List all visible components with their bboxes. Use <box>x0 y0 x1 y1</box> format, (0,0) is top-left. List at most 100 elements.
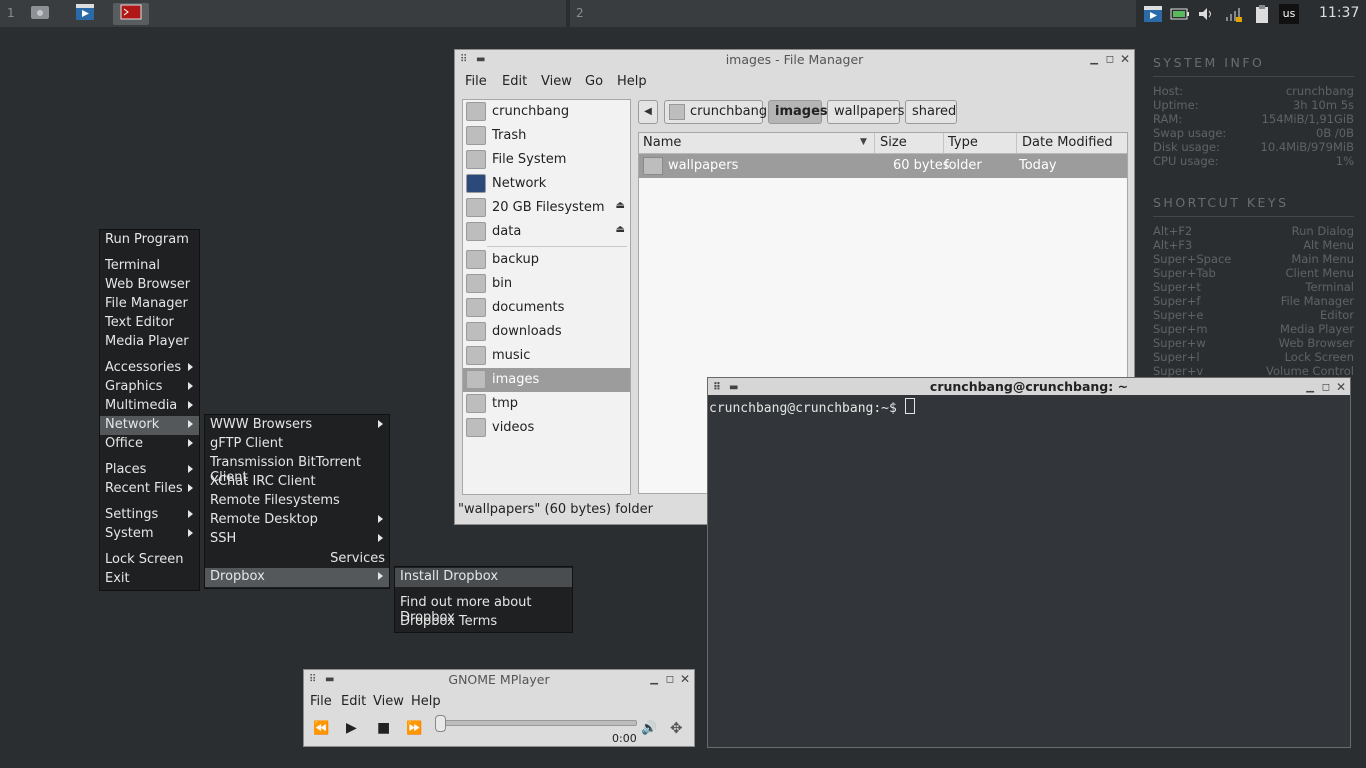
menu-view[interactable]: View <box>373 694 404 709</box>
menu-item-ssh[interactable]: SSH <box>205 530 389 549</box>
menu-file[interactable]: File <box>465 74 487 89</box>
mplayer-titlebar[interactable]: ⠿ ▬ GNOME MPlayer ▁ ◻ ✕ <box>304 670 694 689</box>
window-menu-icon[interactable]: ⠿ <box>460 50 467 69</box>
taskbar-terminal[interactable] <box>113 3 149 25</box>
menu-edit[interactable]: Edit <box>341 694 366 709</box>
menu-item-run-program[interactable]: Run Program <box>100 231 199 250</box>
shade-icon[interactable]: ▬ <box>325 670 334 689</box>
workspace-2[interactable] <box>570 0 1136 27</box>
seek-handle[interactable] <box>435 715 446 732</box>
menu-item-file-manager[interactable]: File Manager <box>100 295 199 314</box>
clipboard-icon[interactable] <box>1252 4 1272 24</box>
eject-icon[interactable]: ⏏ <box>616 200 625 211</box>
menu-item-network[interactable]: Network <box>100 416 199 435</box>
menu-item-multimedia[interactable]: Multimedia <box>100 397 199 416</box>
taskbar-mplayer[interactable] <box>67 3 103 25</box>
menu-help[interactable]: Help <box>411 694 441 709</box>
shade-icon[interactable]: ▬ <box>729 378 738 397</box>
sidebar-item-data[interactable]: data ⏏ <box>463 220 630 244</box>
menu-go[interactable]: Go <box>585 74 603 89</box>
sidebar-item-network[interactable]: Network <box>463 172 630 196</box>
menu-item-xchat[interactable]: XChat IRC Client <box>205 473 389 492</box>
sidebar-item-backup[interactable]: backup <box>463 248 630 272</box>
menu-item-exit[interactable]: Exit <box>100 570 199 589</box>
taskbar-file-manager[interactable] <box>22 3 58 25</box>
keyboard-layout-indicator[interactable]: us <box>1279 4 1299 24</box>
window-menu-icon[interactable]: ⠿ <box>309 670 316 689</box>
menu-item-transmission[interactable]: Transmission BitTorrent Client <box>205 454 389 485</box>
window-menu-icon[interactable]: ⠿ <box>713 378 721 397</box>
menu-item-lock-screen[interactable]: Lock Screen <box>100 551 199 570</box>
menu-item-accessories[interactable]: Accessories <box>100 359 199 378</box>
media-player-tray-icon[interactable] <box>1143 4 1163 24</box>
menu-item-gftp[interactable]: gFTP Client <box>205 435 389 454</box>
sidebar-item-trash[interactable]: Trash <box>463 124 630 148</box>
eject-icon[interactable]: ⏏ <box>616 224 625 235</box>
crumb-wallpapers[interactable]: wallpapers <box>827 100 904 124</box>
volume-icon[interactable] <box>1196 4 1216 24</box>
sidebar-item-music[interactable]: music <box>463 344 630 368</box>
battery-icon[interactable] <box>1170 4 1190 24</box>
menu-help[interactable]: Help <box>617 74 647 89</box>
close-icon[interactable]: ✕ <box>680 670 690 689</box>
fast-forward-icon[interactable]: ⏩ <box>406 721 422 736</box>
sidebar-item-images[interactable]: images <box>463 368 630 392</box>
menu-item-www-browsers[interactable]: WWW Browsers <box>205 416 389 435</box>
play-icon[interactable]: ▶ <box>346 720 357 736</box>
menu-item-dropbox[interactable]: Dropbox <box>205 568 389 587</box>
menu-item-dropbox-terms[interactable]: Dropbox Terms <box>395 613 572 632</box>
rewind-icon[interactable]: ⏪ <box>313 721 329 736</box>
table-row[interactable]: wallpapers 60 bytes folder Today <box>639 154 1127 178</box>
column-name[interactable]: Name <box>643 135 681 150</box>
menu-item-find-out-more-dropbox[interactable]: Find out more about Dropbox <box>395 594 572 625</box>
sidebar-item-bin[interactable]: bin <box>463 272 630 296</box>
menu-edit[interactable]: Edit <box>502 74 527 89</box>
path-back-button[interactable]: ◀ <box>638 100 658 124</box>
menu-item-text-editor[interactable]: Text Editor <box>100 314 199 333</box>
close-icon[interactable]: ✕ <box>1336 378 1346 397</box>
menu-item-recent-files[interactable]: Recent Files <box>100 480 199 499</box>
maximize-icon[interactable]: ◻ <box>666 670 674 689</box>
menu-item-remote-filesystems[interactable]: Remote Filesystems <box>205 492 389 511</box>
sidebar-item-filesystem[interactable]: File System <box>463 148 630 172</box>
sidebar-item-downloads[interactable]: downloads <box>463 320 630 344</box>
sidebar-item-20gb-filesystem[interactable]: 20 GB Filesystem ⏏ <box>463 196 630 220</box>
sidebar-item-home[interactable]: crunchbang <box>463 100 630 124</box>
menu-item-remote-desktop[interactable]: Remote Desktop <box>205 511 389 530</box>
crumb-crunchbang[interactable]: crunchbang <box>664 100 767 124</box>
maximize-icon[interactable]: ◻ <box>1322 378 1330 397</box>
column-type[interactable]: Type <box>948 135 978 150</box>
menu-view[interactable]: View <box>541 74 572 89</box>
close-icon[interactable]: ✕ <box>1120 50 1130 69</box>
file-manager-titlebar[interactable]: ⠿ ▬ images - File Manager ▁ ◻ ✕ <box>455 50 1134 69</box>
volume-icon[interactable]: 🔊 <box>641 721 657 736</box>
maximize-icon[interactable]: ◻ <box>1106 50 1114 69</box>
clock[interactable]: 11:37 <box>1319 5 1359 21</box>
minimize-icon[interactable]: ▁ <box>1090 50 1098 69</box>
menu-item-web-browser[interactable]: Web Browser <box>100 276 199 295</box>
menu-item-graphics[interactable]: Graphics <box>100 378 199 397</box>
sidebar-item-tmp[interactable]: tmp <box>463 392 630 416</box>
shade-icon[interactable]: ▬ <box>476 50 485 69</box>
menu-item-places[interactable]: Places <box>100 461 199 480</box>
fullscreen-icon[interactable]: ✥ <box>670 719 683 737</box>
menu-item-office[interactable]: Office <box>100 435 199 454</box>
terminal-titlebar[interactable]: ⠿ ▬ crunchbang@crunchbang: ~ ▁ ◻ ✕ <box>708 378 1350 395</box>
network-signal-icon[interactable] <box>1224 4 1244 24</box>
crumb-images[interactable]: images <box>768 100 828 124</box>
menu-item-media-player[interactable]: Media Player <box>100 333 199 352</box>
column-date-modified[interactable]: Date Modified <box>1022 135 1113 150</box>
menu-item-install-dropbox[interactable]: Install Dropbox <box>395 568 572 587</box>
menu-file[interactable]: File <box>310 694 332 709</box>
minimize-icon[interactable]: ▁ <box>650 670 658 689</box>
minimize-icon[interactable]: ▁ <box>1306 378 1314 397</box>
stop-icon[interactable]: ■ <box>377 720 390 736</box>
sidebar-item-documents[interactable]: documents <box>463 296 630 320</box>
menu-item-settings[interactable]: Settings <box>100 506 199 525</box>
menu-item-terminal[interactable]: Terminal <box>100 257 199 276</box>
crumb-shared[interactable]: shared <box>905 100 957 124</box>
terminal-area[interactable]: crunchbang@crunchbang:~$ <box>709 398 915 416</box>
menu-item-system[interactable]: System <box>100 525 199 544</box>
column-size[interactable]: Size <box>880 135 907 150</box>
seek-bar[interactable] <box>435 715 637 732</box>
